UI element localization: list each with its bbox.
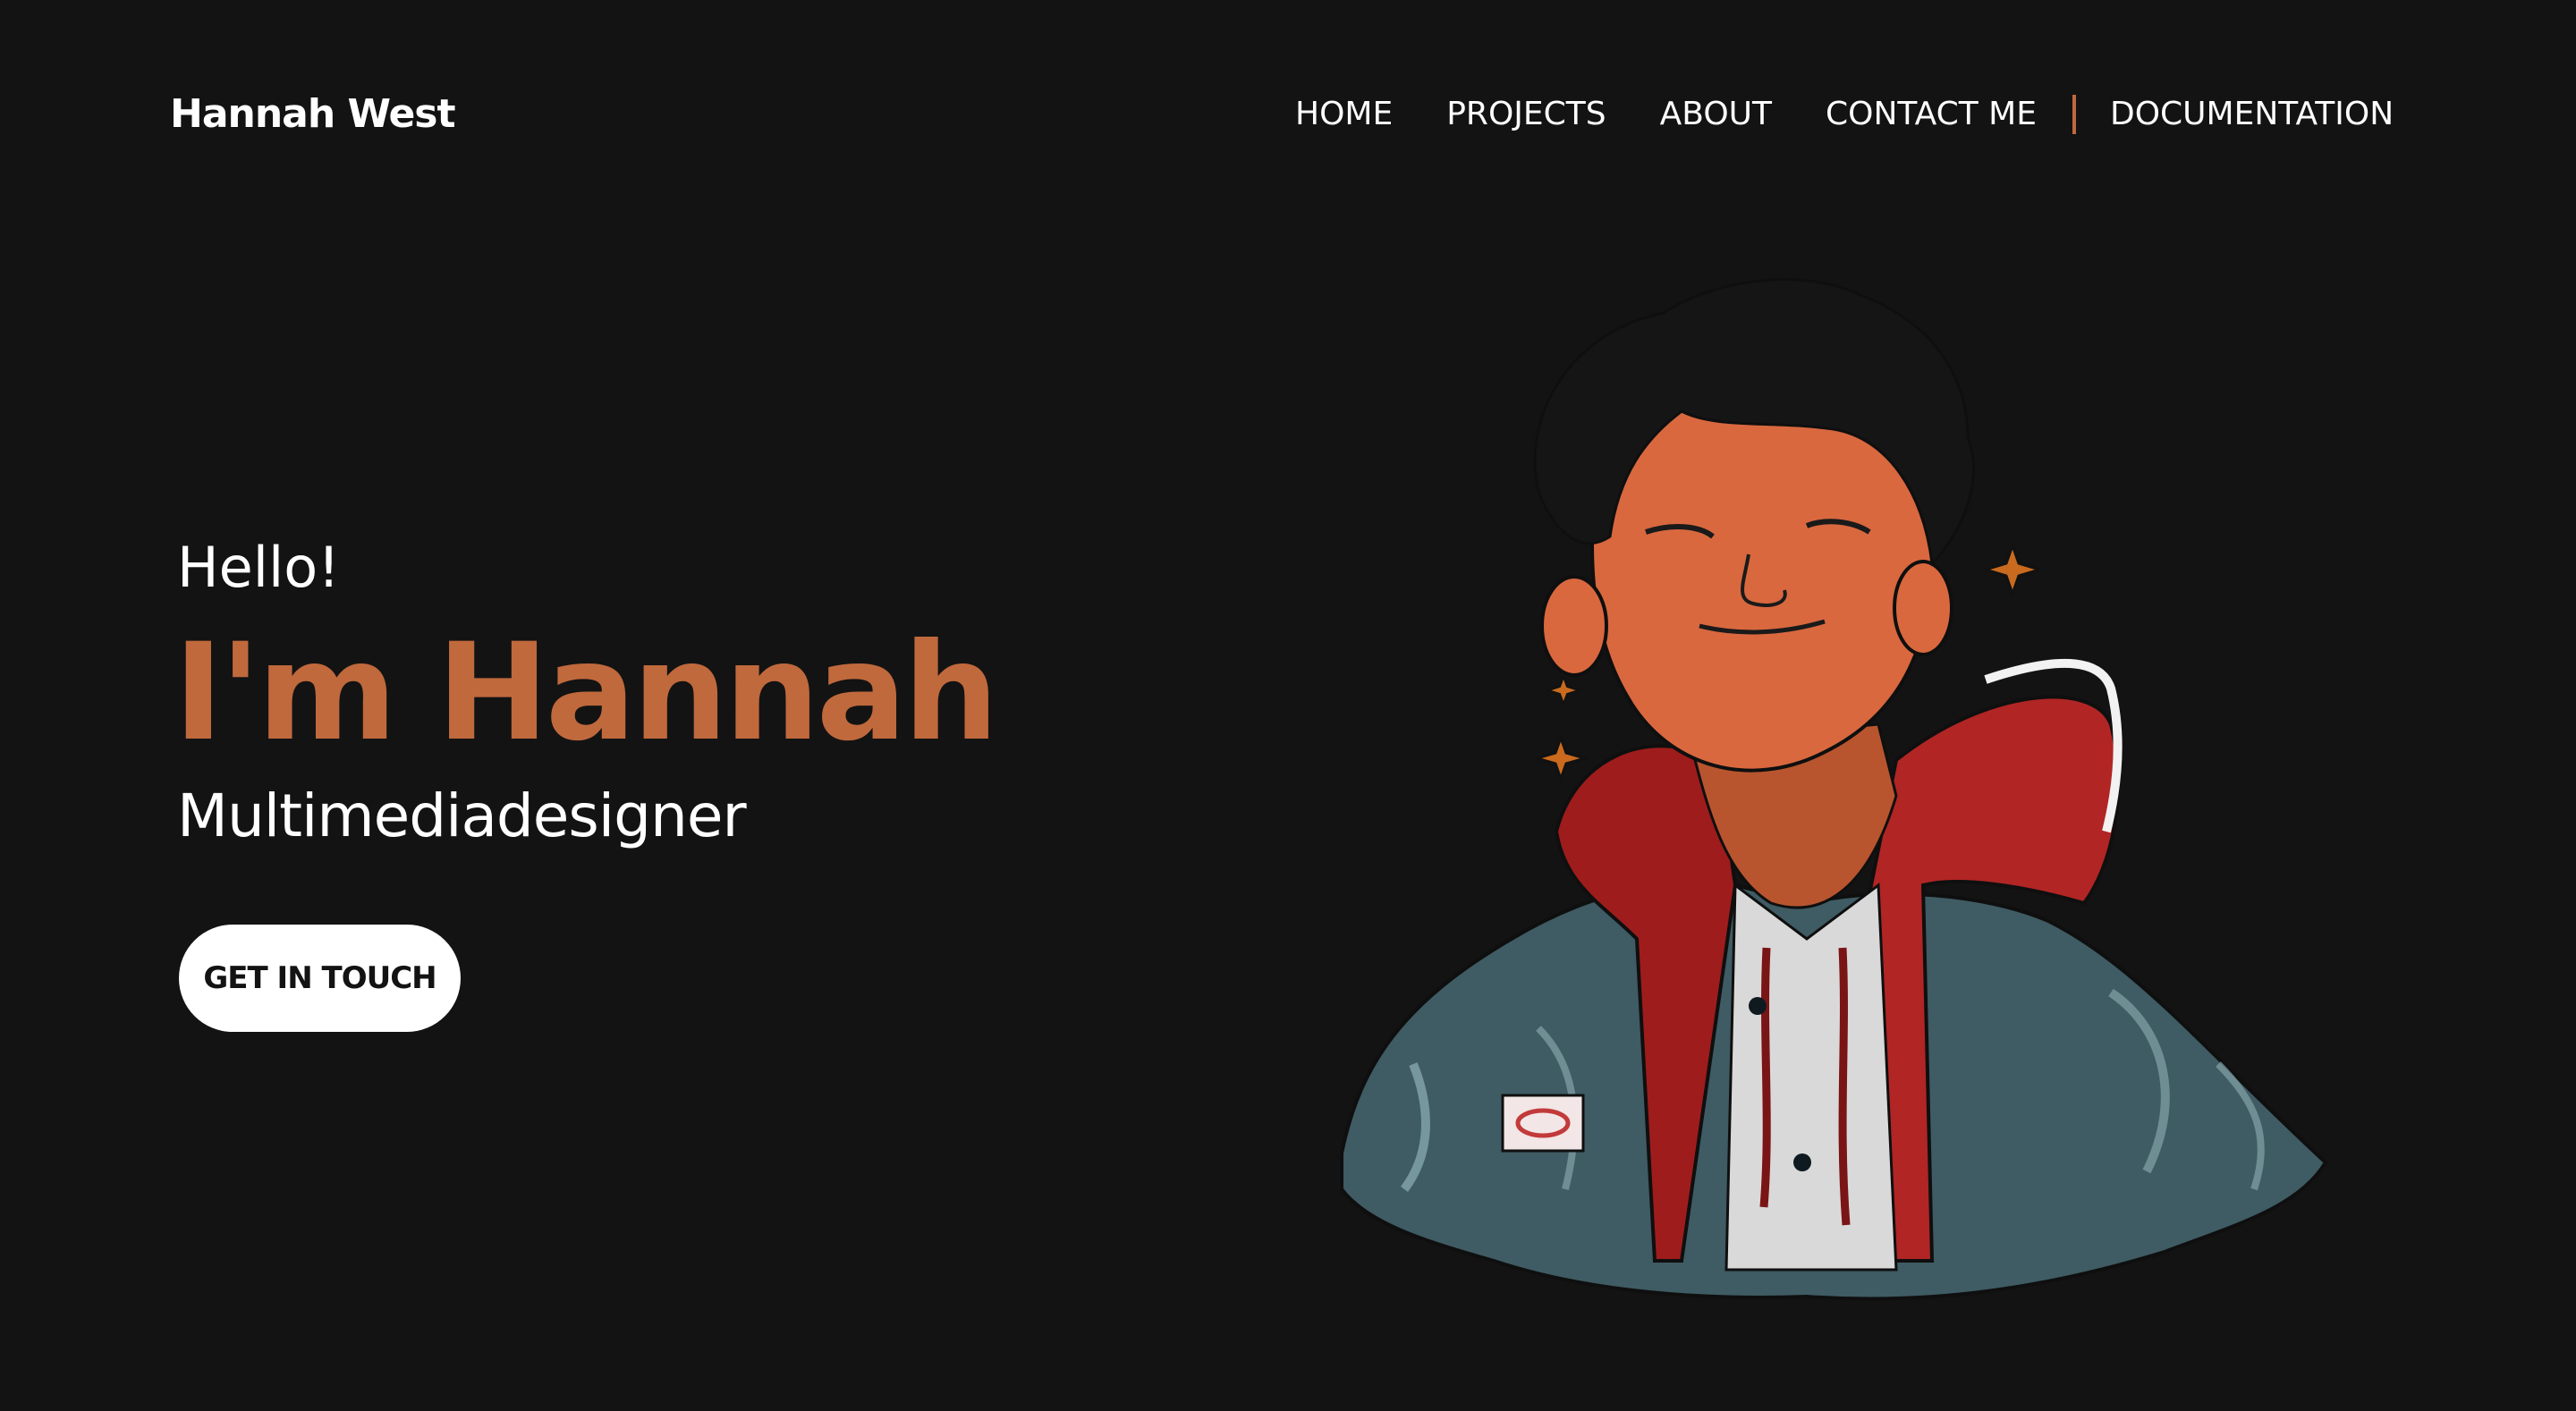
main-nav: HOME PROJECTS ABOUT CONTACT ME DOCUMENTA… bbox=[1295, 88, 2394, 141]
nav-projects[interactable]: PROJECTS bbox=[1446, 88, 1606, 141]
nav-contact-me[interactable]: CONTACT ME bbox=[1826, 88, 2037, 141]
person-portrait-illustration bbox=[1340, 278, 2328, 1301]
nav-documentation[interactable]: DOCUMENTATION bbox=[2110, 88, 2394, 141]
nav-about[interactable]: ABOUT bbox=[1660, 88, 1772, 141]
hero-headline: I'm Hannah bbox=[174, 615, 999, 771]
hero-role: Multimediadesigner bbox=[177, 782, 747, 850]
get-in-touch-button[interactable]: GET IN TOUCH bbox=[179, 925, 461, 1032]
nav-divider bbox=[2072, 95, 2076, 134]
sparkle-icon bbox=[1545, 674, 1582, 706]
nav-home[interactable]: HOME bbox=[1295, 88, 1393, 141]
hero-greeting: Hello! bbox=[177, 535, 341, 600]
brand-logo[interactable]: Hannah West bbox=[170, 88, 456, 141]
page: Hannah West HOME PROJECTS ABOUT CONTACT … bbox=[0, 0, 2576, 1411]
sparkle-icon bbox=[1980, 541, 2045, 598]
portrait-illustration bbox=[1306, 259, 2343, 1332]
sparkle-icon bbox=[1531, 733, 1590, 783]
